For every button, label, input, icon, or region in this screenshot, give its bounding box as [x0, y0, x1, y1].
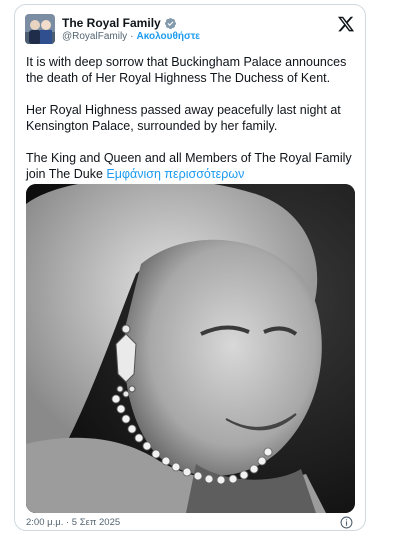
- tweet-text: It is with deep sorrow that Buckingham P…: [26, 54, 362, 198]
- verified-badge-icon: [164, 17, 176, 29]
- account-name-row: The Royal Family: [62, 16, 177, 30]
- show-more-link[interactable]: Εμφάνιση περισσότερων: [106, 167, 244, 181]
- account-handle[interactable]: @RoyalFamily: [62, 31, 127, 42]
- tweet-paragraph: It is with deep sorrow that Buckingham P…: [26, 55, 347, 85]
- tweet-paragraph: The King and Queen and all Members of Th…: [26, 150, 362, 182]
- tweet-paragraph: Her Royal Highness passed away peacefull…: [26, 103, 341, 133]
- x-logo-icon[interactable]: [337, 15, 355, 33]
- tweet-card: The Royal Family @RoyalFamily · Ακολουθή…: [14, 4, 366, 531]
- info-icon[interactable]: [340, 516, 353, 529]
- account-name[interactable]: The Royal Family: [62, 16, 161, 30]
- handle-row: @RoyalFamily · Ακολουθήστε: [62, 31, 200, 42]
- handle-separator: ·: [130, 31, 134, 42]
- avatar[interactable]: [25, 14, 55, 44]
- tweet-photo[interactable]: [26, 184, 355, 513]
- timestamp[interactable]: 2:00 μ.μ. · 5 Σεπ 2025: [26, 517, 120, 528]
- follow-button[interactable]: Ακολουθήστε: [137, 31, 201, 42]
